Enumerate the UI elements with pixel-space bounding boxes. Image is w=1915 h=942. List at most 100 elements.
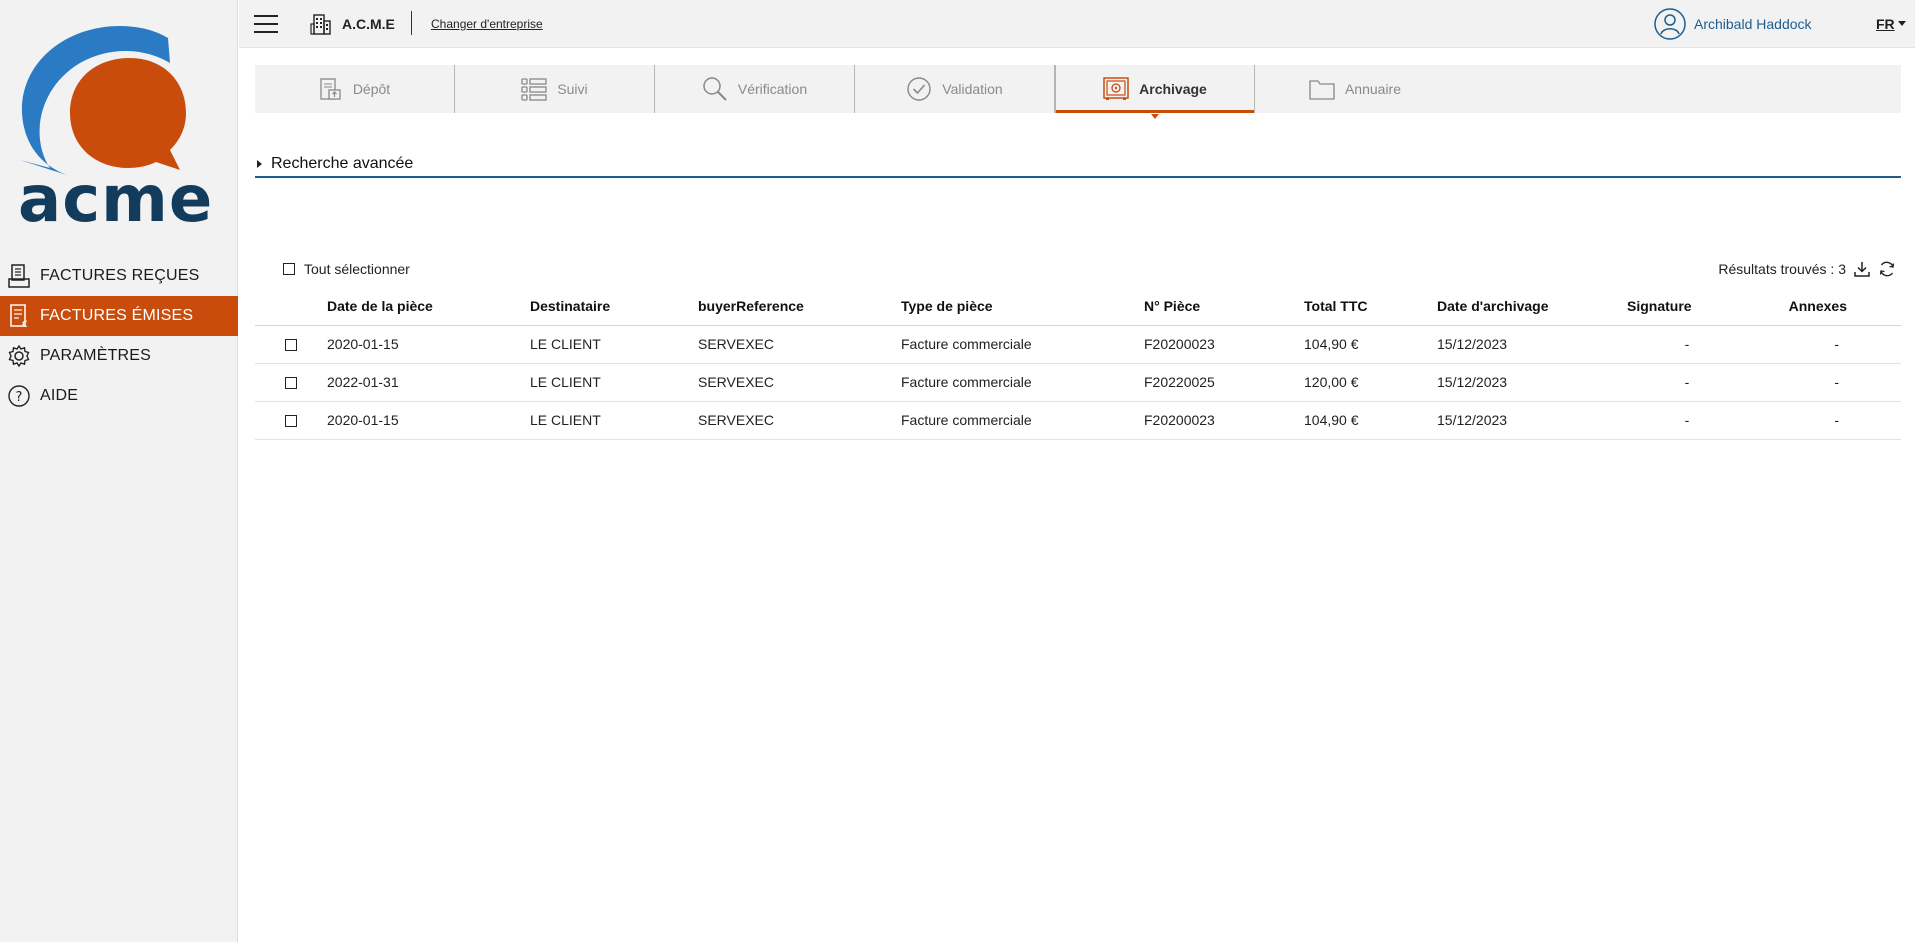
refresh-icon[interactable] <box>1878 260 1896 278</box>
sidebar-item-label: AIDE <box>40 387 79 404</box>
select-all-checkbox[interactable] <box>283 263 295 275</box>
cell-signature: - <box>1627 401 1747 440</box>
row-checkbox-cell <box>255 401 327 440</box>
sidebar: acme FACTURES REÇUES € FACTURES ÉMISES P… <box>0 0 238 942</box>
company-name: A.C.M.E <box>342 16 395 32</box>
cell-annexes: - <box>1747 401 1901 440</box>
search-icon <box>702 76 728 102</box>
language-selector[interactable]: FR <box>1876 16 1895 32</box>
table-row[interactable]: 2020-01-15 LE CLIENT SERVEXEC Facture co… <box>255 325 1901 364</box>
invoices-table: Date de la pièce Destinataire buyerRefer… <box>255 287 1901 440</box>
sidebar-item-aide[interactable]: ? AIDE <box>0 376 238 416</box>
header-total-ttc[interactable]: Total TTC <box>1304 287 1437 326</box>
cell-signature: - <box>1627 363 1747 402</box>
caret-down-icon[interactable] <box>1898 21 1906 26</box>
cell-date-archivage: 15/12/2023 <box>1437 363 1627 402</box>
cell-total-ttc: 104,90 € <box>1304 325 1437 364</box>
cell-destinataire: LE CLIENT <box>530 401 698 440</box>
row-checkbox-cell <box>255 325 327 364</box>
cell-type-piece: Facture commerciale <box>901 401 1144 440</box>
tab-validation[interactable]: Validation <box>855 65 1055 113</box>
invoice-sent-icon: € <box>6 303 32 329</box>
sidebar-item-label: FACTURES REÇUES <box>40 267 200 284</box>
header-annexes[interactable]: Annexes <box>1747 287 1901 326</box>
cell-annexes: - <box>1747 363 1901 402</box>
cell-destinataire: LE CLIENT <box>530 363 698 402</box>
sidebar-nav: FACTURES REÇUES € FACTURES ÉMISES PARAMÈ… <box>0 256 238 416</box>
sidebar-item-factures-recues[interactable]: FACTURES REÇUES <box>0 256 238 296</box>
table-row[interactable]: 2020-01-15 LE CLIENT SERVEXEC Facture co… <box>255 401 1901 440</box>
cell-date-piece: 2020-01-15 <box>327 401 530 440</box>
cell-total-ttc: 120,00 € <box>1304 363 1437 402</box>
results-bar: Résultats trouvés : 3 <box>1718 260 1896 278</box>
tab-bar: Dépôt Suivi Vérification Validation Arch… <box>255 65 1901 119</box>
select-all-label: Tout sélectionner <box>304 261 410 277</box>
cell-buyer-reference: SERVEXEC <box>698 363 901 402</box>
tab-archivage[interactable]: Archivage <box>1055 65 1255 119</box>
cell-buyer-reference: SERVEXEC <box>698 401 901 440</box>
tab-annuaire[interactable]: Annuaire <box>1255 65 1455 113</box>
tab-label: Validation <box>942 81 1003 97</box>
sidebar-item-label: FACTURES ÉMISES <box>40 307 194 324</box>
cell-type-piece: Facture commerciale <box>901 363 1144 402</box>
svg-text:?: ? <box>15 390 22 405</box>
tab-label: Annuaire <box>1344 81 1402 97</box>
change-company-link[interactable]: Changer d'entreprise <box>431 17 543 31</box>
tab-label: Archivage <box>1139 81 1207 97</box>
header-numero-piece[interactable]: N° Pièce <box>1144 287 1304 326</box>
cell-numero-piece: F20220025 <box>1144 363 1304 402</box>
cell-date-archivage: 15/12/2023 <box>1437 401 1627 440</box>
divider <box>411 11 412 35</box>
cell-destinataire: LE CLIENT <box>530 325 698 364</box>
cell-date-piece: 2022-01-31 <box>327 363 530 402</box>
cell-signature: - <box>1627 325 1747 364</box>
row-checkbox[interactable] <box>285 339 297 352</box>
gear-icon <box>6 343 32 369</box>
row-checkbox[interactable] <box>285 377 297 390</box>
top-bar: A.C.M.E Changer d'entreprise Archibald H… <box>239 0 1915 48</box>
svg-text:€: € <box>22 320 28 328</box>
tab-suivi[interactable]: Suivi <box>455 65 655 113</box>
user-name[interactable]: Archibald Haddock <box>1694 16 1812 32</box>
caret-right-icon <box>257 160 262 168</box>
results-count: Résultats trouvés : 3 <box>1718 261 1846 277</box>
advanced-search-toggle[interactable]: Recherche avancée <box>255 154 1901 178</box>
cell-total-ttc: 104,90 € <box>1304 401 1437 440</box>
header-date-archivage[interactable]: Date d'archivage <box>1437 287 1627 326</box>
active-tab-indicator <box>1151 114 1159 119</box>
header-date-piece[interactable]: Date de la pièce <box>327 287 530 326</box>
table-header-row: Date de la pièce Destinataire buyerRefer… <box>255 287 1901 326</box>
header-buyer-reference[interactable]: buyerReference <box>698 287 901 326</box>
check-circle-icon <box>906 76 932 102</box>
cell-numero-piece: F20200023 <box>1144 401 1304 440</box>
download-icon[interactable] <box>1853 260 1871 278</box>
safe-icon <box>1103 77 1129 101</box>
sidebar-item-parametres[interactable]: PARAMÈTRES <box>0 336 238 376</box>
sidebar-item-factures-emises[interactable]: € FACTURES ÉMISES <box>0 296 238 336</box>
advanced-search-label: Recherche avancée <box>271 155 414 172</box>
tab-label: Suivi <box>557 81 588 97</box>
cell-type-piece: Facture commerciale <box>901 325 1144 364</box>
cell-annexes: - <box>1747 325 1901 364</box>
cell-date-archivage: 15/12/2023 <box>1437 325 1627 364</box>
header-destinataire[interactable]: Destinataire <box>530 287 698 326</box>
cell-date-piece: 2020-01-15 <box>327 325 530 364</box>
tab-label: Vérification <box>737 81 808 97</box>
help-icon: ? <box>6 383 32 409</box>
table-row[interactable]: 2022-01-31 LE CLIENT SERVEXEC Facture co… <box>255 363 1901 402</box>
select-all[interactable]: Tout sélectionner <box>283 261 410 277</box>
row-checkbox-cell <box>255 363 327 402</box>
user-avatar-icon[interactable] <box>1654 8 1686 45</box>
cell-buyer-reference: SERVEXEC <box>698 325 901 364</box>
row-checkbox[interactable] <box>285 415 297 428</box>
header-signature[interactable]: Signature <box>1627 287 1747 326</box>
cell-numero-piece: F20200023 <box>1144 325 1304 364</box>
logo-text: acme <box>18 163 214 237</box>
list-icon <box>521 77 547 101</box>
tab-depot[interactable]: Dépôt <box>255 65 455 113</box>
tab-verification[interactable]: Vérification <box>655 65 855 113</box>
header-type-piece[interactable]: Type de pièce <box>901 287 1144 326</box>
building-icon <box>309 12 333 41</box>
tab-label: Dépôt <box>352 81 391 97</box>
menu-icon[interactable] <box>254 15 278 33</box>
